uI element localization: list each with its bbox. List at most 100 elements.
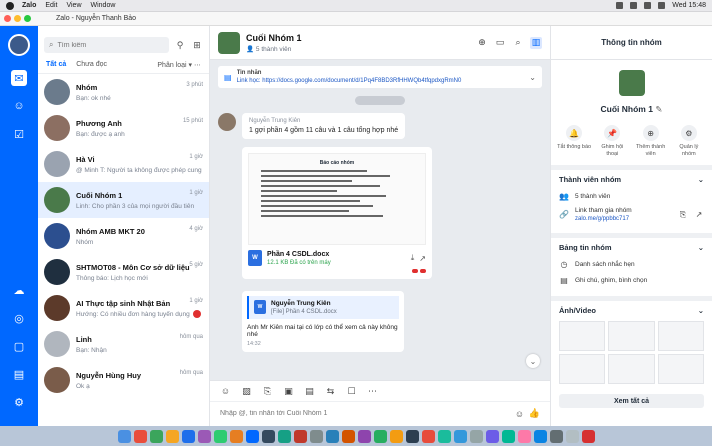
chevron-down-icon[interactable]: ⌄ <box>529 73 536 82</box>
toolbox-icon[interactable]: ▤ <box>11 366 27 382</box>
attach-icon[interactable]: ⎘ <box>262 386 273 397</box>
emoji-icon[interactable]: ☺ <box>514 408 525 419</box>
share-icon[interactable]: ↗ <box>419 254 426 263</box>
format-icon[interactable]: ⇆ <box>325 386 336 397</box>
dock-app-icon[interactable] <box>245 429 259 443</box>
menu-app[interactable]: Zalo <box>22 2 36 9</box>
dock-app-icon[interactable] <box>261 429 275 443</box>
dock-app-icon[interactable] <box>549 429 563 443</box>
menu-window[interactable]: Window <box>91 2 116 9</box>
files-icon[interactable]: ▢ <box>11 338 27 354</box>
reactions[interactable] <box>248 269 426 273</box>
view-all-button[interactable]: Xem tất cả <box>559 394 704 408</box>
more-icon[interactable]: ⋯ <box>367 386 378 397</box>
zoom-window-button[interactable] <box>24 15 31 22</box>
dock-app-icon[interactable] <box>533 429 547 443</box>
dock-app-icon[interactable] <box>421 429 435 443</box>
dock-app-icon[interactable] <box>149 429 163 443</box>
reminders-item[interactable]: ◷ Danh sách nhắc hẹn <box>551 256 712 272</box>
group-avatar-large[interactable] <box>618 70 645 96</box>
conversation-item[interactable]: Hà Vi @ Minh T: Người ta không được phép … <box>38 146 209 182</box>
conversation-item[interactable]: Linh Bạn: Nhận hôm qua <box>38 326 209 362</box>
dock-app-icon[interactable] <box>485 429 499 443</box>
members-section-header[interactable]: Thành viên nhóm ⌄ <box>551 170 712 188</box>
dock-app-icon[interactable] <box>277 429 291 443</box>
dock-app-icon[interactable] <box>501 429 515 443</box>
add-friend-icon[interactable]: ⚲ <box>174 39 186 51</box>
dock-app-icon[interactable] <box>293 429 307 443</box>
dock-app-icon[interactable] <box>229 429 243 443</box>
conversation-item[interactable]: Nguyễn Hùng Huy Ok ạ hôm qua <box>38 362 209 398</box>
video-call-icon[interactable]: ▭ <box>494 37 506 49</box>
conversation-item[interactable]: Nhóm AMB MKT 20 Nhóm 4 giờ <box>38 218 209 254</box>
dock-app-icon[interactable] <box>165 429 179 443</box>
settings-icon[interactable]: ⚙ <box>11 394 27 410</box>
copy-icon[interactable]: ⎘ <box>678 210 688 220</box>
minimize-window-button[interactable] <box>14 15 21 22</box>
dock-app-icon[interactable] <box>437 429 451 443</box>
add-member-icon[interactable]: ⊕ <box>476 37 488 49</box>
create-group-icon[interactable]: ⊞ <box>191 39 203 51</box>
edit-icon[interactable]: ✎ <box>655 104 662 114</box>
dock-app-icon[interactable] <box>133 429 147 443</box>
messages-icon[interactable]: ✉ <box>11 70 27 86</box>
dock-app-icon[interactable] <box>389 429 403 443</box>
search-box[interactable]: ⌕ <box>44 37 169 53</box>
board-section-header[interactable]: Bảng tin nhóm ⌄ <box>551 238 712 256</box>
search-icon[interactable] <box>658 2 666 9</box>
dock-app-icon[interactable] <box>405 429 419 443</box>
conversation-item[interactable]: Phương Anh Bạn: được ạ anh 15 phút <box>38 110 209 146</box>
media-thumbnail[interactable] <box>559 321 606 351</box>
menu-view[interactable]: View <box>66 2 81 9</box>
reply-message[interactable]: W Nguyễn Trung Kiên [File] Phần 4 CSDL.d… <box>242 291 404 352</box>
dock-app-icon[interactable] <box>197 429 211 443</box>
todo-icon[interactable]: ☐ <box>346 386 357 397</box>
screenshot-icon[interactable]: ▣ <box>283 386 294 397</box>
dock-app-icon[interactable] <box>453 429 467 443</box>
file-attachment[interactable]: W Phần 4 CSDL.docx 12.1 KB Đã có trên má… <box>248 250 426 266</box>
pinned-message[interactable]: ▤ Tin nhắn Link học: https://docs.google… <box>218 66 542 88</box>
file-message[interactable]: Báo cáo nhóm W Phần 4 CSDL.docx 12.1 KB … <box>242 147 432 279</box>
image-icon[interactable]: ▨ <box>241 386 252 397</box>
media-thumbnail[interactable] <box>608 321 655 351</box>
conversation-item[interactable]: SHTMOT08 - Môn Cơ sở dữ liệu Thông báo: L… <box>38 254 209 290</box>
group-action[interactable]: ⊕ Thêm thành viên <box>634 125 668 157</box>
clock[interactable]: Wed 15:48 <box>672 2 706 9</box>
download-icon[interactable]: ⤓ <box>411 253 415 263</box>
close-window-button[interactable] <box>4 15 11 22</box>
doc-preview[interactable]: Báo cáo nhóm <box>248 153 426 245</box>
pinned-link[interactable]: Link học: https://docs.google.com/docume… <box>237 77 525 85</box>
cloud-icon[interactable]: ☁ <box>11 282 27 298</box>
quoted-message[interactable]: W Nguyễn Trung Kiên [File] Phần 4 CSDL.d… <box>247 296 399 319</box>
search-icon[interactable]: ⌕ <box>512 37 524 49</box>
group-action[interactable]: 📌 Ghim hội thoại <box>595 125 629 157</box>
dock-app-icon[interactable] <box>341 429 355 443</box>
share-icon[interactable]: ↗ <box>694 210 704 220</box>
message-input[interactable] <box>220 410 510 417</box>
contacts-icon[interactable]: ☺ <box>11 98 27 114</box>
dock-app-icon[interactable] <box>213 429 227 443</box>
apple-icon[interactable] <box>6 1 14 10</box>
media-thumbnail[interactable] <box>608 354 655 384</box>
filter-dropdown[interactable]: Phân loại ▾ ⋯ <box>157 61 201 69</box>
dock-app-icon[interactable] <box>325 429 339 443</box>
dock-app-icon[interactable] <box>373 429 387 443</box>
invite-link[interactable]: zalo.me/g/ppbbc717 <box>575 216 672 222</box>
sticker-icon[interactable]: ☺ <box>220 386 231 397</box>
conversation-item[interactable]: Cuối Nhóm 1 Linh: Cho phần 3 của mọi ngườ… <box>38 182 209 218</box>
group-avatar[interactable] <box>218 31 240 54</box>
scroll-down-button[interactable]: ⌄ <box>526 354 540 368</box>
dock-app-icon[interactable] <box>117 429 131 443</box>
tab-all[interactable]: Tất cả <box>46 61 66 68</box>
dock-app-icon[interactable] <box>517 429 531 443</box>
notes-item[interactable]: ▤ Ghi chú, ghim, bình chọn <box>551 272 712 288</box>
media-thumbnail[interactable] <box>559 354 606 384</box>
tray-icon[interactable] <box>616 2 624 9</box>
media-section-header[interactable]: Ảnh/Video ⌄ <box>551 301 712 319</box>
media-thumbnail[interactable] <box>657 354 704 384</box>
group-action[interactable]: 🔔 Tắt thông báo <box>557 125 591 157</box>
like-icon[interactable]: 👍 <box>529 408 540 419</box>
todo-icon[interactable]: ☑ <box>11 126 27 142</box>
dock-app-icon[interactable] <box>469 429 483 443</box>
media-thumbnail[interactable] <box>657 321 704 351</box>
